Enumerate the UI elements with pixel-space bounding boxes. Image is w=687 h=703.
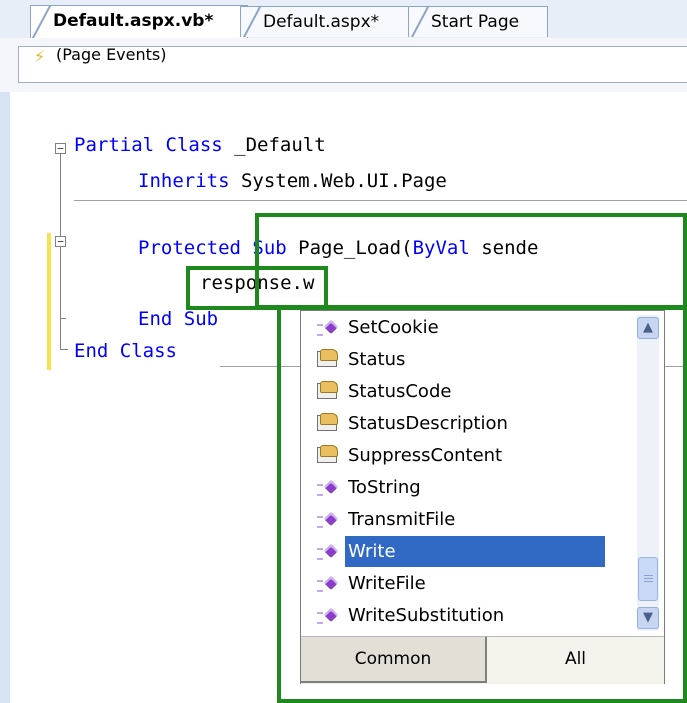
tab-start-page[interactable]: Start Page xyxy=(408,6,548,37)
change-indicator xyxy=(47,233,51,370)
annotation-box-completion xyxy=(277,306,687,703)
navigation-bar: ⚡ (Page Events) xyxy=(0,38,687,92)
collapse-icon[interactable]: − xyxy=(55,236,66,247)
procedure-separator xyxy=(74,200,687,201)
lightning-icon: ⚡ xyxy=(34,47,46,66)
tab-label: Default.aspx* xyxy=(263,12,380,32)
collapse-icon[interactable]: − xyxy=(55,143,66,154)
code-line: End Class xyxy=(74,340,177,362)
editor-margin xyxy=(0,92,10,703)
tab-default-aspx-vb[interactable]: Default.aspx.vb* xyxy=(30,5,248,38)
code-line: End Sub xyxy=(138,308,219,330)
code-line: Partial Class _Default xyxy=(74,134,326,156)
document-tab-strip: Default.aspx.vb* Default.aspx* Start Pag… xyxy=(0,0,687,39)
tab-label: Default.aspx.vb* xyxy=(53,11,214,31)
tab-default-aspx[interactable]: Default.aspx* xyxy=(240,6,418,37)
code-line: Inherits System.Web.UI.Page xyxy=(138,170,447,192)
annotation-box-response xyxy=(186,266,328,310)
tab-label: Start Page xyxy=(431,12,520,32)
events-dropdown-label: (Page Events) xyxy=(56,45,167,64)
